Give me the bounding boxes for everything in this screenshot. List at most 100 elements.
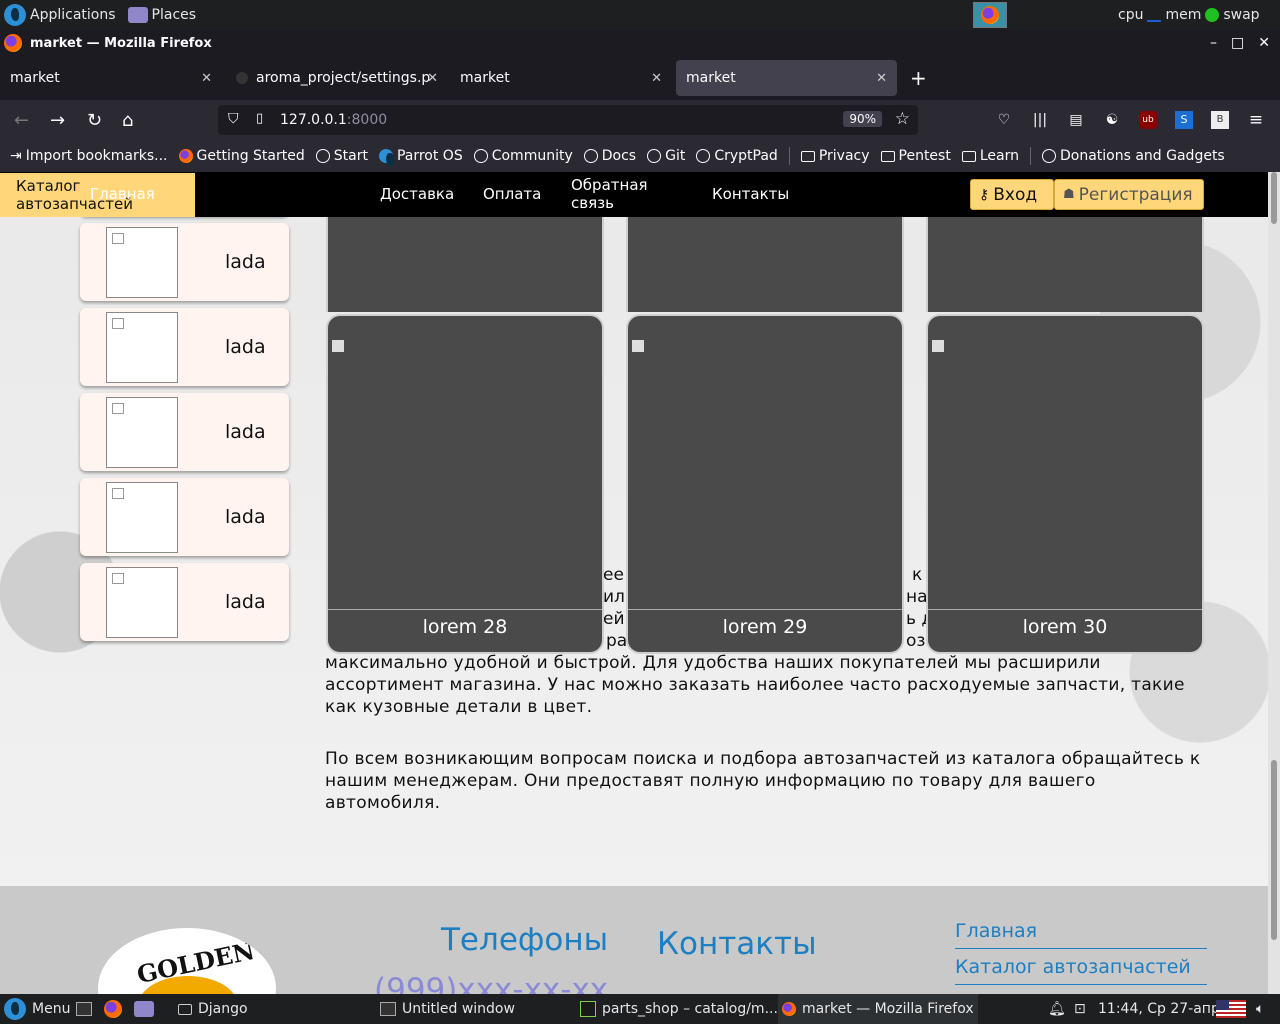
page-scrollbar[interactable] [1268,172,1280,994]
product-card-partial[interactable] [326,212,604,312]
tab-close-button[interactable]: ✕ [876,71,887,86]
forward-arrow-icon[interactable]: → [50,110,65,131]
volume-icon[interactable]: 🔈︎ [1256,994,1264,1024]
taskbar-window-django[interactable]: Django [178,994,248,1024]
key-icon: ⚷ [979,186,990,203]
broken-image-icon [332,340,344,352]
golden-logo[interactable]: GOLDEN [98,928,276,994]
tab-label: market [686,70,736,86]
nav-payment[interactable]: Оплата [483,185,541,203]
back-arrow-icon[interactable]: ← [14,110,29,131]
bookmark-folder-pentest[interactable]: Pentest [880,148,951,164]
sidebar-item-lada[interactable]: lada [80,393,289,471]
extension-icon[interactable]: ☯ [1103,111,1121,129]
taskbar-window-pycharm[interactable]: parts_shop – catalog/m... [580,994,778,1024]
star-icon[interactable]: ☆ [895,109,910,129]
firefox-icon [178,149,193,163]
product-title[interactable]: lorem 28 [328,616,602,638]
tab-market-1[interactable]: market ✕ [0,60,222,96]
taskbar-window-firefox[interactable]: market — Mozilla Firefox [778,994,978,1024]
tab-settings[interactable]: aroma_project/settings.p ✕ [226,60,448,96]
product-card-partial[interactable] [926,212,1204,312]
places-menu[interactable]: Places [127,7,196,23]
tab-market-2[interactable]: market ✕ [450,60,672,96]
nav-contacts[interactable]: Контакты [712,185,789,203]
bookmark-import[interactable]: ⇥ Import bookmarks... [10,148,168,164]
bookmark-cryptpad[interactable]: CryptPad [696,148,778,164]
clock[interactable]: 11:44, Ср 27-апр [1098,994,1220,1024]
tab-close-button[interactable]: ✕ [651,71,662,86]
sidebar-item-lada[interactable]: lada [80,223,289,301]
bookmark-parrot-os[interactable]: Parrot OS [378,148,463,166]
pocket-icon[interactable]: ♡ [995,111,1013,129]
bookmark-donations[interactable]: Donations and Gadgets [1041,148,1225,164]
home-icon[interactable]: ⌂ [122,110,133,131]
login-button[interactable]: ⚷ Вход [970,179,1054,210]
notifications-bell-icon[interactable]: 🔔︎ [1048,994,1066,1024]
product-title[interactable]: lorem 29 [628,616,902,638]
taskbar-window-label: parts_shop – catalog/m... [602,1001,778,1017]
taskbar-menu-button[interactable]: Menu [4,994,70,1024]
sidebar-item-lada[interactable]: lada [80,478,289,556]
bookmark-getting-started[interactable]: Getting Started [178,148,305,164]
zoom-level[interactable]: 90% [843,111,882,127]
bookmark-start[interactable]: Start [315,148,368,164]
register-button[interactable]: ☗ Регистрация [1054,179,1204,210]
url-bar[interactable]: ⛉ ▯ 127.0.0.1:8000 90% ☆ [218,105,918,135]
parrot-icon [378,149,394,166]
s-extension-icon[interactable]: S [1175,111,1193,129]
close-window-button[interactable]: ✕ [1258,35,1270,51]
product-card[interactable]: lorem 30 [926,314,1204,654]
text-fragment: ил [603,587,625,607]
phone-number[interactable]: (999)xxx-xx-xx [374,972,608,994]
taskbar-window-label: Untitled window [402,1001,515,1017]
bookmark-git[interactable]: Git [647,148,685,164]
system-top-panel: Applications Places [0,0,1280,30]
product-title[interactable]: lorem 30 [928,616,1202,638]
panel-firefox-launcher[interactable] [973,2,1007,28]
nav-delivery[interactable]: Доставка [380,185,454,203]
bookmark-community[interactable]: Community [473,148,573,164]
menu-icon[interactable]: ≡ [1247,111,1265,129]
tab-close-button[interactable]: ✕ [427,71,438,86]
firefox-launcher[interactable] [104,994,122,1024]
maximize-button[interactable]: □ [1231,35,1244,51]
applications-menu[interactable]: Applications [4,4,116,26]
firefox-icon [782,1002,796,1016]
scrollbar-thumb-top[interactable] [1271,172,1277,224]
footer-link-catalog[interactable]: Каталог автозапчастей [955,956,1207,985]
url-text[interactable]: 127.0.0.1:8000 [280,112,387,128]
us-flag-icon[interactable] [1216,994,1246,1024]
tab-market-active[interactable]: market ✕ [676,60,897,96]
bookmark-folder-privacy[interactable]: Privacy [800,148,870,164]
sidebar-item-lada[interactable]: lada [80,563,289,641]
footer-link-home[interactable]: Главная [955,920,1207,949]
cpu-label: cpu [1118,7,1144,23]
nav-home[interactable]: Главная [90,185,155,203]
minimize-button[interactable]: – [1210,35,1217,51]
product-card[interactable]: lorem 28 [326,314,604,654]
reload-icon[interactable]: ↻ [87,110,102,131]
globe-icon [1041,149,1056,163]
tab-close-button[interactable]: ✕ [201,71,212,86]
folder-icon [127,7,148,23]
product-card-partial[interactable] [626,212,904,312]
scrollbar-thumb[interactable] [1271,760,1277,940]
taskbar-window-untitled[interactable]: Untitled window [380,994,515,1024]
files-launcher[interactable] [134,994,154,1024]
ublock-icon[interactable]: ub [1139,111,1157,129]
nav-feedback[interactable]: Обратная связь [571,176,661,212]
card-divider [628,609,902,610]
shield-icon[interactable]: ⛉ [228,111,239,127]
bookmark-folder-learn[interactable]: Learn [961,148,1019,164]
firefox-icon [104,1000,122,1018]
b-extension-icon[interactable]: B [1211,111,1229,129]
sidebar-item-lada[interactable]: lada [80,308,289,386]
library-icon[interactable]: ||| [1031,111,1049,129]
sidebar-icon[interactable]: ▤ [1067,111,1085,129]
product-card[interactable]: lorem 29 [626,314,904,654]
new-tab-button[interactable]: + [910,66,927,90]
bookmark-docs[interactable]: Docs [583,148,636,164]
network-icon[interactable]: ⊡ [1074,994,1086,1024]
terminal-launcher[interactable] [76,994,92,1024]
